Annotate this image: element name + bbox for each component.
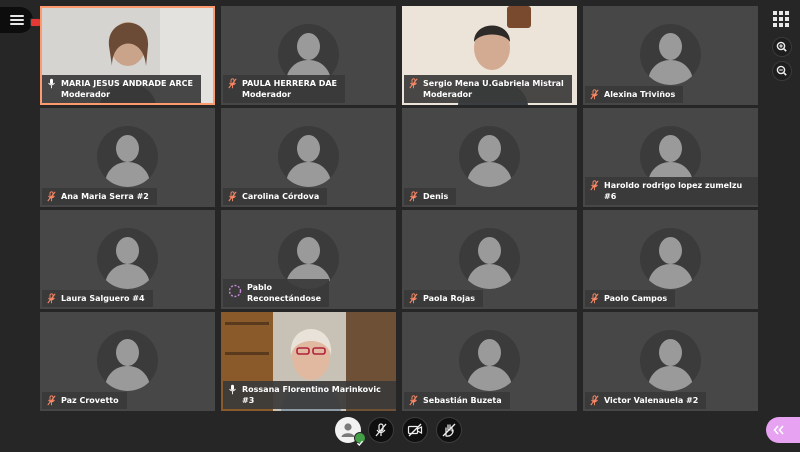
session-menu-button[interactable] (0, 7, 33, 33)
participant-name-tag: Denis (404, 188, 457, 205)
zoom-in-button[interactable] (772, 37, 792, 57)
status-check-icon (354, 432, 366, 447)
mic-muted-icon (47, 191, 56, 202)
participant-name-tag: Sergio Mena U.Gabriela Mistral Moderador (404, 75, 572, 103)
participant-name-tag: Laura Salguero #4 (42, 290, 153, 307)
participant-tile[interactable]: PAULA HERRERA DAE Moderador (221, 6, 396, 105)
zoom-out-button[interactable] (772, 61, 792, 81)
participant-name: Rossana Florentino Marinkovic #3 (242, 385, 381, 405)
participant-name-tag: Ana Maria Serra #2 (42, 188, 157, 205)
grid-icon[interactable] (771, 9, 791, 29)
participant-tile[interactable]: Rossana Florentino Marinkovic #3 (221, 312, 396, 411)
participant-name-tag: Carolina Córdova (223, 188, 328, 205)
participant-tile[interactable]: Haroldo rodrigo lopez zumelzu #6 (583, 108, 758, 207)
mic-icon (229, 384, 236, 395)
mic-muted-icon (47, 395, 56, 406)
avatar (459, 126, 520, 187)
chevron-left-icon (773, 425, 784, 435)
participant-name-tag: Paolo Campos (585, 290, 676, 307)
side-panel-toggle[interactable] (766, 417, 800, 443)
avatar (640, 24, 701, 85)
participant-tile[interactable]: Laura Salguero #4 (40, 210, 215, 309)
mic-muted-icon (375, 423, 387, 437)
participant-name: Alexina Triviños (604, 90, 676, 99)
participant-name: Paola Rojas (423, 294, 476, 303)
avatar (459, 330, 520, 391)
camera-off-icon (407, 423, 423, 437)
participant-tile[interactable]: MARIA JESUS ANDRADE ARCE Moderador (40, 6, 215, 105)
participant-tile[interactable]: Alexina Triviños (583, 6, 758, 105)
mic-muted-icon (409, 395, 418, 406)
participant-name-tag: Sebastián Buzeta (404, 392, 510, 409)
participant-tile[interactable]: Pablo Reconectándose (221, 210, 396, 309)
participant-name-tag: Paz Crovetto (42, 392, 127, 409)
participant-name: Paz Crovetto (61, 396, 119, 405)
mic-muted-icon (590, 293, 599, 304)
participant-name-tag: Pablo Reconectándose (223, 279, 330, 307)
participant-name: Carolina Córdova (242, 192, 320, 201)
participant-name: Victor Valenauela #2 (604, 396, 699, 405)
mic-muted-icon (409, 293, 418, 304)
mic-muted-icon (409, 78, 418, 89)
hand-raise-icon (442, 423, 456, 437)
reconnecting-icon (228, 284, 242, 298)
mic-icon (48, 78, 55, 89)
mic-muted-icon (590, 89, 599, 100)
participant-tile[interactable]: Victor Valenauela #2 (583, 312, 758, 411)
mic-muted-icon (590, 395, 599, 406)
hamburger-icon (9, 15, 24, 25)
participant-tile[interactable]: Denis (402, 108, 577, 207)
mic-muted-icon (590, 180, 599, 191)
avatar (97, 228, 158, 289)
participant-tile[interactable]: Paz Crovetto (40, 312, 215, 411)
zoom-out-icon (776, 65, 787, 76)
avatar (640, 228, 701, 289)
participant-name: Pablo (247, 283, 273, 292)
avatar (97, 330, 158, 391)
participant-name: Laura Salguero #4 (61, 294, 145, 303)
camera-toggle-button[interactable] (402, 417, 428, 443)
participant-role: Moderador (61, 90, 111, 99)
mic-muted-icon (228, 191, 237, 202)
participant-role: Moderador (423, 90, 473, 99)
participant-tile[interactable]: Sebastián Buzeta (402, 312, 577, 411)
participant-name: Sebastián Buzeta (423, 396, 502, 405)
participant-tile[interactable]: Paola Rojas (402, 210, 577, 309)
participant-name-tag: MARIA JESUS ANDRADE ARCE Moderador (42, 75, 201, 103)
participant-tile[interactable]: Paolo Campos (583, 210, 758, 309)
participant-name-tag: Haroldo rodrigo lopez zumelzu #6 (585, 177, 758, 205)
participant-name-tag: Victor Valenauela #2 (585, 392, 707, 409)
participant-role: Moderador (242, 90, 292, 99)
mic-muted-icon (47, 293, 56, 304)
participant-tile[interactable]: Carolina Córdova (221, 108, 396, 207)
participant-name: PAULA HERRERA DAE (242, 79, 338, 88)
participant-tile[interactable]: Sergio Mena U.Gabriela Mistral Moderador (402, 6, 577, 105)
participant-name: Ana Maria Serra #2 (61, 192, 149, 201)
participant-name-tag: Alexina Triviños (585, 86, 684, 103)
participant-name: Haroldo rodrigo lopez zumelzu #6 (604, 181, 743, 201)
raise-hand-button[interactable] (436, 417, 462, 443)
participant-tile[interactable]: Ana Maria Serra #2 (40, 108, 215, 207)
participant-name: Sergio Mena U.Gabriela Mistral (423, 79, 564, 88)
participant-name-tag: Rossana Florentino Marinkovic #3 (223, 381, 396, 409)
participant-name-tag: PAULA HERRERA DAE Moderador (223, 75, 346, 103)
microphone-toggle-button[interactable] (368, 417, 394, 443)
mic-muted-icon (228, 78, 237, 89)
avatar (640, 330, 701, 391)
avatar (459, 228, 520, 289)
mic-muted-icon (409, 191, 418, 202)
participant-name: Denis (423, 192, 449, 201)
participant-name: MARIA JESUS ANDRADE ARCE (61, 79, 193, 88)
avatar (97, 126, 158, 187)
participant-role: Reconectándose (247, 294, 322, 303)
avatar (278, 126, 339, 187)
participant-name: Paolo Campos (604, 294, 668, 303)
zoom-in-icon (776, 41, 787, 52)
participant-name-tag: Paola Rojas (404, 290, 484, 307)
